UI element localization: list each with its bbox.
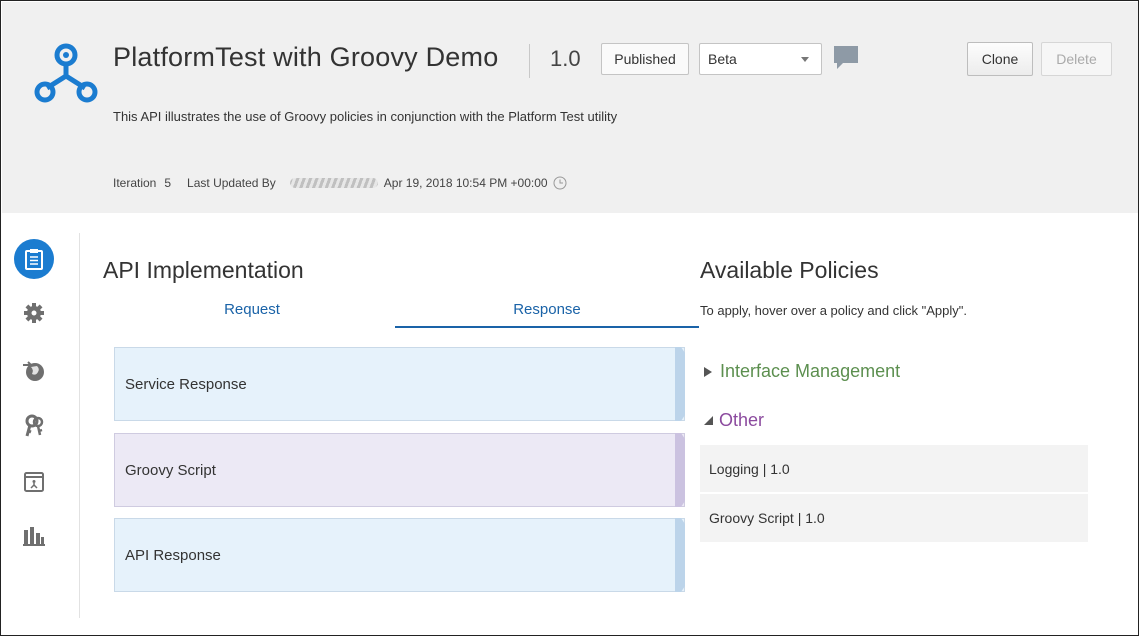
- tab-request[interactable]: Request: [103, 299, 401, 327]
- caret-right-icon: [704, 366, 712, 377]
- flow-card-service-response[interactable]: Service Response: [114, 347, 685, 421]
- api-meta: Iteration 5 Last Updated By Apr 19, 2018…: [113, 176, 567, 190]
- policy-item-label: Logging | 1.0: [709, 460, 790, 477]
- api-header: PlatformTest with Groovy Demo 1.0 Publis…: [2, 2, 1138, 213]
- flow-card-label: Groovy Script: [125, 461, 216, 479]
- api-title: PlatformTest with Groovy Demo: [113, 42, 499, 72]
- flow-connector: [675, 433, 685, 507]
- analytics-icon: [23, 527, 45, 546]
- policy-item-groovy-script[interactable]: Groovy Script | 1.0: [700, 494, 1088, 542]
- nav-grants[interactable]: [14, 406, 54, 446]
- flow-card-label: API Response: [125, 546, 221, 564]
- api-version: 1.0: [550, 46, 581, 71]
- flow-card-groovy-script[interactable]: Groovy Script: [114, 433, 685, 507]
- redacted-user: [289, 178, 378, 188]
- clone-button[interactable]: Clone: [967, 42, 1033, 76]
- stage-select[interactable]: Beta: [699, 43, 822, 75]
- active-tab-indicator: [395, 326, 699, 328]
- nav-analytics[interactable]: [14, 516, 54, 556]
- policy-group-label: Other: [719, 410, 765, 430]
- implementation-tabs: Request Response: [103, 299, 699, 329]
- caret-down-icon: [704, 416, 713, 425]
- stage-select-value: Beta: [708, 51, 737, 67]
- last-updated-label: Last Updated By: [187, 176, 276, 190]
- iteration-label: Iteration: [113, 176, 157, 190]
- comment-icon[interactable]: [832, 44, 860, 72]
- nav-deployments[interactable]: [14, 351, 54, 391]
- delete-button[interactable]: Delete: [1041, 42, 1112, 76]
- chevron-down-icon: [801, 57, 809, 62]
- status-badge: Published: [601, 43, 689, 75]
- api-implementation-icon: [25, 249, 43, 270]
- nav-portal[interactable]: [14, 462, 54, 502]
- policies-hint: To apply, hover over a policy and click …: [700, 303, 967, 318]
- nav-settings[interactable]: [14, 293, 54, 333]
- flow-card-api-response[interactable]: API Response: [114, 518, 685, 592]
- gear-icon: [24, 303, 44, 323]
- clock-icon: [553, 176, 567, 190]
- flow-connector: [675, 347, 685, 421]
- tab-response[interactable]: Response: [395, 299, 699, 327]
- policies-title: Available Policies: [700, 257, 879, 283]
- flow-card-label: Service Response: [125, 375, 247, 393]
- implementation-title: API Implementation: [103, 257, 304, 283]
- policy-item-logging[interactable]: Logging | 1.0: [700, 445, 1088, 493]
- flow-connector: [675, 518, 685, 592]
- title-divider: [529, 44, 530, 78]
- policy-item-label: Groovy Script | 1.0: [709, 510, 825, 526]
- policy-group-other[interactable]: Other: [704, 410, 764, 431]
- policy-group-interface-management[interactable]: Interface Management: [704, 361, 900, 382]
- keys-icon: [25, 414, 44, 437]
- api-logo-icon: [34, 43, 98, 103]
- app-window: PlatformTest with Groovy Demo 1.0 Publis…: [0, 0, 1139, 636]
- api-description: This API illustrates the use of Groovy p…: [113, 109, 618, 124]
- iteration-value: 5: [164, 176, 172, 190]
- last-updated-time: Apr 19, 2018 10:54 PM +00:00: [383, 176, 548, 190]
- policy-group-label: Interface Management: [720, 361, 901, 381]
- portal-icon: [24, 472, 44, 492]
- globe-deploy-icon: [23, 361, 44, 381]
- sidebar-divider: [79, 233, 80, 618]
- nav-api-implementation[interactable]: [14, 239, 54, 279]
